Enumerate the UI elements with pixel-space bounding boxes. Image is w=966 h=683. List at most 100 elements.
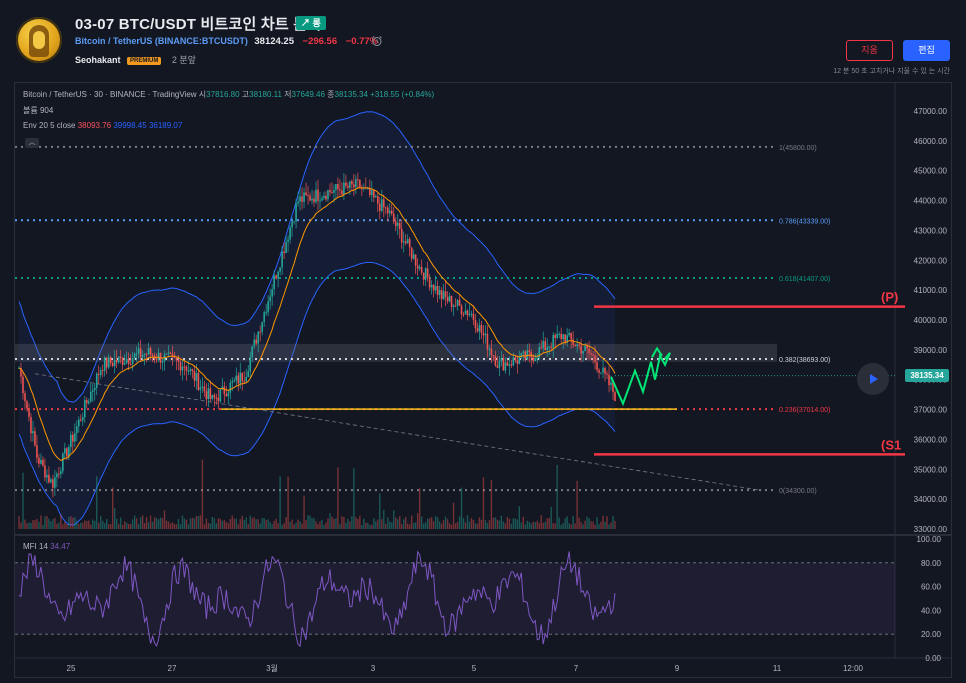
mfi-legend[interactable]: MFI 14 34.47 (23, 542, 70, 551)
candle-body (554, 334, 557, 338)
volume-bar (432, 521, 435, 529)
volume-bar (548, 517, 550, 529)
candle-body (279, 267, 281, 272)
volume-bar (506, 517, 509, 529)
volume-bar (159, 517, 162, 529)
volume-bar (301, 523, 303, 529)
volume-bar (84, 520, 86, 529)
volume-bar (486, 523, 489, 529)
volume-bar (325, 522, 327, 529)
candle-body (115, 359, 118, 363)
candle-body (97, 373, 100, 376)
volume-bar (107, 524, 110, 529)
play-icon[interactable] (857, 363, 889, 395)
time-axis-label: 7 (574, 664, 579, 673)
candle-body (185, 366, 188, 371)
volume-bar (440, 523, 443, 529)
candle-body (201, 386, 204, 388)
candle-body (456, 299, 459, 306)
volume-bar (614, 520, 616, 529)
volume-bar (199, 515, 202, 529)
candle-body (378, 203, 381, 211)
chart-canvas[interactable]: 47000.00 46000.00 45000.00 44000.00 43000.00… (15, 83, 952, 678)
edit-button[interactable]: 편집 (903, 40, 950, 61)
candle-body (131, 358, 134, 364)
volume-bar (406, 523, 409, 529)
mfi-axis-label: 60.00 (921, 583, 942, 592)
volume-bar (271, 524, 273, 529)
candle-body (359, 180, 361, 189)
volume-bar (466, 515, 469, 529)
author-name[interactable]: Seohakant (75, 55, 121, 65)
volume-bar (317, 523, 319, 529)
volume-bar (464, 522, 467, 529)
volume-bar (373, 518, 375, 529)
volume-bar (265, 519, 267, 529)
volume-bar (28, 522, 30, 529)
candle-body (213, 394, 216, 398)
volume-bar (323, 524, 325, 529)
candle-body (151, 354, 154, 356)
envelope-legend[interactable]: Env 20 5 close 38093.76 39998.45 36189.0… (23, 121, 182, 130)
candle-body (388, 210, 391, 214)
volume-bar (416, 513, 419, 529)
candle-body (143, 353, 146, 355)
delete-button[interactable]: 지움 (846, 40, 893, 61)
volume-bar (104, 523, 106, 529)
candle-body (380, 199, 383, 211)
volume-bar (18, 516, 20, 529)
volume-bar (60, 514, 62, 529)
volume-bar (452, 502, 455, 529)
volume-bar (367, 522, 369, 529)
author-avatar[interactable] (16, 17, 62, 63)
legend-symbol[interactable]: Bitcoin / TetherUS · 30 · BINANCE · Trad… (23, 90, 197, 99)
candle-body (464, 310, 467, 315)
volume-bar (111, 487, 114, 529)
chevron-up-icon[interactable]: ︿ (25, 138, 39, 148)
volume-bar (113, 508, 116, 529)
candle-body (233, 380, 236, 382)
candle-body (606, 373, 608, 375)
volume-bar (518, 506, 521, 529)
volume-bar (259, 523, 261, 529)
candle-body (22, 376, 24, 394)
candle-body (518, 357, 521, 364)
candle-body (191, 369, 194, 372)
volume-bar (209, 523, 212, 529)
volume-bar (512, 518, 515, 529)
candle-body (468, 314, 471, 316)
volume-legend[interactable]: 볼륨 904 (23, 105, 53, 116)
volume-bar (508, 518, 511, 529)
candle-body (349, 181, 351, 188)
candle-body (227, 392, 230, 397)
symbol-code-link[interactable]: (BINANCE:BTCUSDT) (155, 36, 248, 46)
volume-bar (604, 521, 606, 529)
volume-bar (90, 524, 92, 529)
volume-bar (135, 518, 138, 529)
candle-body (490, 348, 493, 356)
volume-bar (397, 519, 399, 529)
volume-bar (221, 520, 224, 529)
candle-body (267, 301, 269, 313)
price-chart[interactable]: 47000.00 46000.00 45000.00 44000.00 43000.00… (14, 82, 952, 678)
symbol-name-link[interactable]: Bitcoin / TetherUS (75, 36, 152, 46)
volume-bar (279, 476, 281, 529)
price-axis-label: 45000.00 (914, 167, 948, 176)
alarm-clock-icon[interactable] (371, 35, 383, 47)
candle-body (285, 241, 287, 254)
volume-bar (56, 523, 58, 529)
mfi-axis-label: 40.00 (921, 606, 942, 615)
candle-body (197, 373, 200, 390)
mfi-axis-label: 0.00 (925, 654, 941, 663)
volume-bar (183, 518, 186, 529)
volume-bar (34, 520, 36, 529)
candle-body (40, 459, 42, 464)
candle-body (66, 448, 68, 457)
volume-bar (534, 522, 536, 529)
volume-bar (422, 523, 425, 529)
candle-body (44, 465, 46, 478)
candle-body (193, 371, 196, 381)
volume-bar (444, 516, 447, 529)
candle-body (87, 401, 90, 404)
volume-bar (52, 519, 54, 529)
